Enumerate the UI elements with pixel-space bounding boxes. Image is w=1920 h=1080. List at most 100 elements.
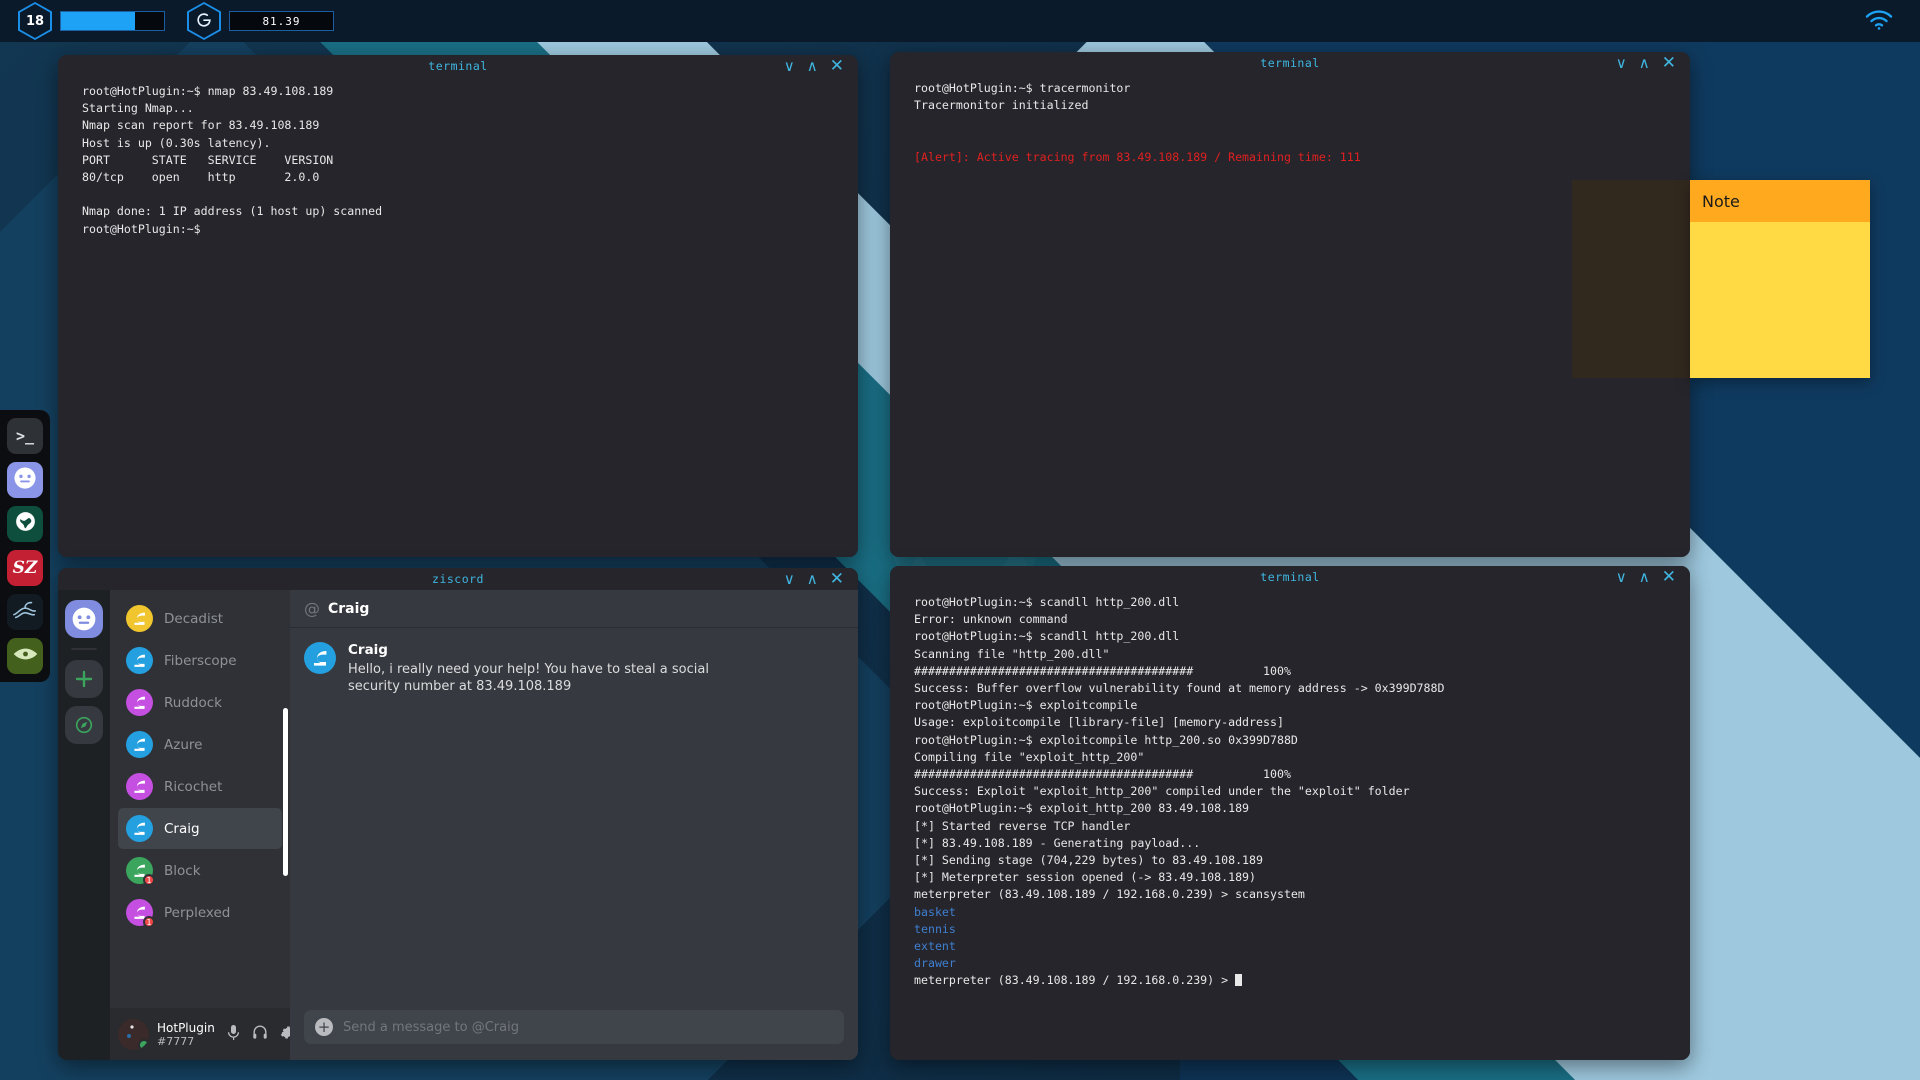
- dm-list-item[interactable]: Azure: [118, 724, 282, 765]
- user-panel: HotPlugin #7777: [110, 1008, 290, 1060]
- terminal-line: 80/tcp open http 2.0.0: [82, 169, 834, 186]
- window-buttons: ∨ ∧ ✕: [784, 568, 844, 590]
- maximize-button[interactable]: ∧: [1639, 56, 1650, 71]
- channel-header: @ Craig: [290, 590, 858, 628]
- avatar: [126, 773, 153, 800]
- dm-list-item[interactable]: Decadist: [118, 598, 282, 639]
- terminal-line: Nmap done: 1 IP address (1 host up) scan…: [82, 203, 834, 220]
- close-button[interactable]: ✕: [830, 58, 844, 75]
- avatar: [126, 605, 153, 632]
- terminal-line: meterpreter (83.49.108.189 / 192.168.0.2…: [914, 972, 1666, 989]
- window-title: terminal: [890, 56, 1690, 70]
- maximize-button[interactable]: ∧: [1639, 570, 1650, 585]
- dm-list-item[interactable]: Fiberscope: [118, 640, 282, 681]
- value-readout: 81.39: [229, 11, 334, 31]
- close-button[interactable]: ✕: [1662, 55, 1676, 72]
- avatar: 1: [126, 899, 153, 926]
- minimize-button[interactable]: ∨: [1616, 570, 1627, 585]
- titlebar[interactable]: terminal ∨ ∧ ✕: [890, 566, 1690, 588]
- minimize-button[interactable]: ∨: [1616, 56, 1627, 71]
- terminal-line: [*] Meterpreter session opened (-> 83.49…: [914, 869, 1666, 886]
- window-title: terminal: [58, 59, 858, 73]
- plus-icon[interactable]: [65, 660, 103, 698]
- plus-circle-icon[interactable]: +: [315, 1018, 333, 1036]
- terminal-line: [*] Sending stage (704,229 bytes) to 83.…: [914, 852, 1666, 869]
- ziscord-home-icon[interactable]: [65, 600, 103, 638]
- message-input[interactable]: + Send a message to @Craig: [304, 1010, 844, 1044]
- unread-badge: 1: [143, 916, 155, 928]
- terminal-line: ########################################…: [914, 766, 1666, 783]
- gear-icon[interactable]: [280, 1025, 290, 1044]
- dm-list-item[interactable]: Craig: [118, 808, 282, 849]
- terminal-line: root@HotPlugin:~$ tracermonitor: [914, 80, 1666, 97]
- terminal-line: root@HotPlugin:~$ nmap 83.49.108.189: [82, 83, 834, 100]
- wifi-icon: [1864, 8, 1894, 34]
- terminal-line: [*] Started reverse TCP handler: [914, 818, 1666, 835]
- window-buttons: ∨ ∧ ✕: [1616, 566, 1676, 588]
- titlebar[interactable]: terminal ∨ ∧ ✕: [890, 52, 1690, 74]
- note-widget[interactable]: Note: [1690, 180, 1870, 378]
- dm-name: Azure: [164, 737, 202, 753]
- dm-list-item[interactable]: 1Perplexed: [118, 892, 282, 933]
- dock-item-wave[interactable]: [7, 594, 43, 630]
- close-button[interactable]: ✕: [830, 571, 844, 588]
- window-terminal-1[interactable]: terminal ∨ ∧ ✕ root@HotPlugin:~$ nmap 83…: [58, 55, 858, 557]
- minimize-button[interactable]: ∨: [784, 59, 795, 74]
- dm-list: Decadist Fiberscope Ruddock Azure Ricoch…: [110, 590, 290, 1008]
- maximize-button[interactable]: ∧: [807, 59, 818, 74]
- dock-item-monitor[interactable]: [7, 638, 43, 674]
- window-ziscord[interactable]: ziscord ∨ ∧ ✕: [58, 568, 858, 1060]
- at-icon: @: [304, 599, 320, 618]
- avatar: [126, 689, 153, 716]
- message-placeholder: Send a message to @Craig: [343, 1020, 519, 1035]
- close-button[interactable]: ✕: [1662, 569, 1676, 586]
- dock-item-terminal[interactable]: >_: [7, 418, 43, 454]
- gear-hex-icon[interactable]: [187, 2, 221, 40]
- top-status-bar: 18 81.39: [0, 0, 1920, 42]
- titlebar[interactable]: terminal ∨ ∧ ✕: [58, 55, 858, 77]
- compass-icon[interactable]: [65, 706, 103, 744]
- globe-icon: [13, 509, 38, 539]
- avatar: [126, 815, 153, 842]
- window-title: ziscord: [58, 572, 858, 586]
- dm-list-item[interactable]: Ricochet: [118, 766, 282, 807]
- dock-item-browser[interactable]: [7, 506, 43, 542]
- terminal-line: Nmap scan report for 83.49.108.189: [82, 117, 834, 134]
- terminal-line: extent: [914, 938, 1666, 955]
- terminal-line: ########################################…: [914, 663, 1666, 680]
- terminal-output[interactable]: root@HotPlugin:~$ tracermonitorTracermon…: [890, 74, 1690, 557]
- microphone-icon[interactable]: [227, 1024, 240, 1045]
- terminal-output[interactable]: root@HotPlugin:~$ nmap 83.49.108.189Star…: [58, 77, 858, 557]
- minimize-button[interactable]: ∨: [784, 572, 795, 587]
- left-dock: >_ SZ: [0, 410, 50, 682]
- level-progress-fill: [61, 12, 135, 30]
- window-buttons: ∨ ∧ ✕: [784, 55, 844, 77]
- dock-item-sz[interactable]: SZ: [7, 550, 43, 586]
- avatar[interactable]: [118, 1019, 149, 1050]
- terminal-line: root@HotPlugin:~$ scandll http_200.dll: [914, 594, 1666, 611]
- server-rail: [58, 590, 110, 1060]
- status-badge: [138, 1039, 149, 1050]
- dm-scrollbar[interactable]: [283, 708, 288, 876]
- ziscord-icon: [12, 465, 38, 496]
- maximize-button[interactable]: ∧: [807, 572, 818, 587]
- titlebar[interactable]: ziscord ∨ ∧ ✕: [58, 568, 858, 590]
- terminal-cursor: [1235, 974, 1242, 986]
- ziscord-body: Decadist Fiberscope Ruddock Azure Ricoch…: [58, 590, 858, 1060]
- terminal-line: root@HotPlugin:~$ exploitcompile http_20…: [914, 732, 1666, 749]
- compose-area: + Send a message to @Craig: [290, 1002, 858, 1060]
- terminal-line: tennis: [914, 921, 1666, 938]
- terminal-output[interactable]: root@HotPlugin:~$ scandll http_200.dllEr…: [890, 588, 1690, 1060]
- avatar: [126, 731, 153, 758]
- headset-icon[interactable]: [252, 1024, 268, 1044]
- terminal-line: [*] 83.49.108.189 - Generating payload..…: [914, 835, 1666, 852]
- terminal-line: root@HotPlugin:~$ scandll http_200.dll: [914, 628, 1666, 645]
- dm-list-item[interactable]: Ruddock: [118, 682, 282, 723]
- dm-list-item[interactable]: 1Block: [118, 850, 282, 891]
- window-terminal-2[interactable]: terminal ∨ ∧ ✕ root@HotPlugin:~$ tracerm…: [890, 52, 1690, 557]
- note-body[interactable]: [1690, 222, 1870, 378]
- unread-badge: 1: [143, 874, 155, 886]
- dock-item-ziscord[interactable]: [7, 462, 43, 498]
- terminal-line: Scanning file "http_200.dll": [914, 646, 1666, 663]
- window-terminal-3[interactable]: terminal ∨ ∧ ✕ root@HotPlugin:~$ scandll…: [890, 566, 1690, 1060]
